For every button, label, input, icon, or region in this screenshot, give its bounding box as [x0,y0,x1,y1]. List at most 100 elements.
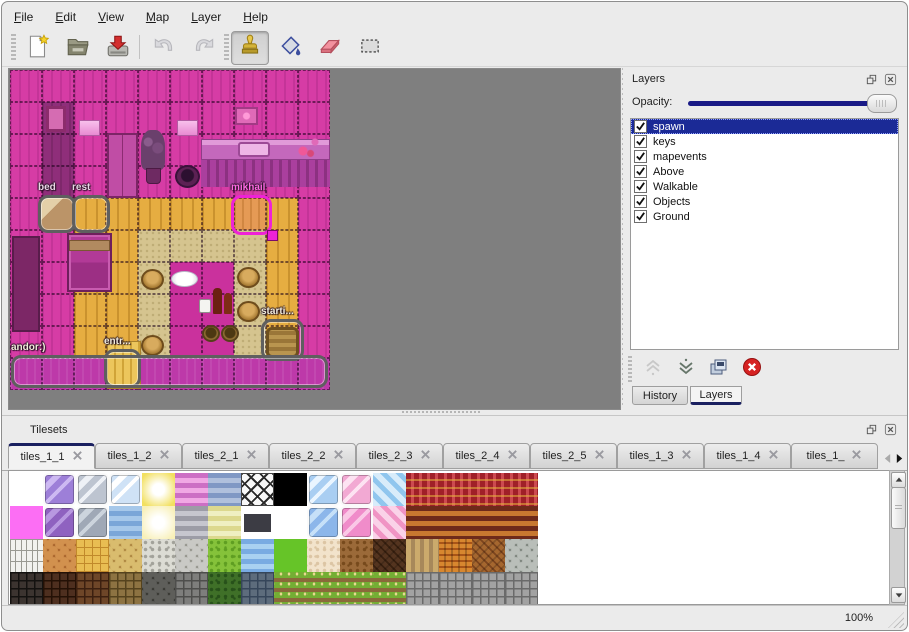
tab-history[interactable]: History [632,386,688,405]
tileset-tile[interactable] [406,506,439,539]
tileset-tab-tiles_2_2[interactable]: tiles_2_2 [269,443,356,469]
lower-layer-button[interactable] [671,355,700,383]
layer-visibility-checkbox[interactable] [634,195,647,208]
menu-map[interactable]: Map [140,8,175,26]
tab-scroll-left-icon[interactable] [882,448,893,468]
tileset-tile[interactable] [10,572,43,605]
tileset-tile[interactable] [439,473,472,506]
menu-file[interactable]: File [8,8,39,26]
tileset-tile[interactable] [10,506,43,539]
tileset-tab-tiles_1_3[interactable]: tiles_1_3 [617,443,704,469]
toolbar-handle[interactable] [224,34,229,61]
tileset-tile[interactable] [76,572,109,605]
map-object-rest[interactable] [72,195,110,233]
tileset-tile[interactable] [439,539,472,572]
opacity-slider-handle[interactable] [867,94,897,113]
tileset-tile[interactable] [142,539,175,572]
tileset-tile[interactable] [340,506,373,539]
tileset-tile[interactable] [43,572,76,605]
tab-close-icon[interactable] [594,449,605,463]
map-viewport[interactable]: bedrestmikhailstarti...entr...andor:) [8,68,621,410]
tab-close-icon[interactable] [851,449,862,463]
undo-button[interactable] [145,31,183,65]
tileset-tile[interactable] [505,506,538,539]
tileset-tile[interactable] [208,539,241,572]
float-icon[interactable] [864,72,879,87]
tileset-tile[interactable] [307,473,340,506]
tileset-tile[interactable] [373,506,406,539]
tileset-tile[interactable] [274,572,307,605]
layer-row-walkable[interactable]: Walkable [631,179,898,194]
tileset-tile[interactable] [340,539,373,572]
tileset-tile[interactable] [307,572,340,605]
layer-row-spawn[interactable]: spawn [631,119,898,134]
tileset-tile[interactable] [43,473,76,506]
tileset-tile[interactable] [175,473,208,506]
close-icon[interactable] [883,72,898,87]
layer-visibility-checkbox[interactable] [634,210,647,223]
tab-close-icon[interactable] [768,449,779,463]
tileset-grid[interactable] [8,470,890,605]
tab-close-icon[interactable] [246,449,257,463]
tab-close-icon[interactable] [681,449,692,463]
tileset-tile[interactable] [241,473,274,506]
map-object-andor[interactable] [11,355,328,388]
tileset-tab-tiles_2_3[interactable]: tiles_2_3 [356,443,443,469]
tileset-tile[interactable] [142,572,175,605]
tileset-tile[interactable] [505,572,538,605]
tileset-tile[interactable] [109,572,142,605]
raise-layer-button[interactable] [638,355,667,383]
layer-visibility-checkbox[interactable] [634,150,647,163]
horizontal-splitter[interactable] [2,408,907,415]
tileset-tile[interactable] [175,539,208,572]
tab-scroll-right-icon[interactable] [894,448,905,468]
tileset-tile[interactable] [241,539,274,572]
layer-row-above[interactable]: Above [631,164,898,179]
stamp-brush-button[interactable] [231,31,269,65]
layer-row-ground[interactable]: Ground [631,209,898,224]
object-resize-handle[interactable] [267,230,278,241]
layer-visibility-checkbox[interactable] [634,180,647,193]
menu-view[interactable]: View [92,8,130,26]
eraser-button[interactable] [311,31,349,65]
tileset-tile[interactable] [76,539,109,572]
tileset-tile[interactable] [76,506,109,539]
tileset-tile[interactable] [10,473,43,506]
menu-help[interactable]: Help [237,8,274,26]
layer-visibility-checkbox[interactable] [634,135,647,148]
tab-layers[interactable]: Layers [690,386,742,405]
bucket-fill-button[interactable] [271,31,309,65]
tileset-tile[interactable] [472,473,505,506]
tileset-tile[interactable] [175,572,208,605]
tileset-tile[interactable] [142,506,175,539]
tileset-tile[interactable] [241,506,274,539]
layer-row-mapevents[interactable]: mapevents [631,149,898,164]
tileset-tile[interactable] [439,572,472,605]
tileset-tile[interactable] [43,506,76,539]
tileset-tile[interactable] [274,473,307,506]
tileset-tab-tiles_2_4[interactable]: tiles_2_4 [443,443,530,469]
resize-grip-icon[interactable] [888,612,904,628]
tab-close-icon[interactable] [72,450,83,464]
tileset-tile[interactable] [208,473,241,506]
scrollbar-thumb[interactable] [891,487,906,529]
tileset-tile[interactable] [274,506,307,539]
tileset-tile[interactable] [109,539,142,572]
tileset-tile[interactable] [406,572,439,605]
tileset-tile[interactable] [109,506,142,539]
tileset-tile[interactable] [241,572,274,605]
tileset-tile[interactable] [43,539,76,572]
toolbar-handle[interactable] [628,356,632,382]
tileset-tile[interactable] [505,473,538,506]
layer-visibility-checkbox[interactable] [634,165,647,178]
tileset-tile[interactable] [340,572,373,605]
tileset-tab-tiles_1_1[interactable]: tiles_1_1 [8,443,95,469]
toolbar-handle[interactable] [11,34,16,61]
tileset-tab-tiles_1_[interactable]: tiles_1_ [791,443,878,469]
tileset-tile[interactable] [406,539,439,572]
tab-close-icon[interactable] [507,449,518,463]
tab-close-icon[interactable] [420,449,431,463]
layer-visibility-checkbox[interactable] [634,120,647,133]
tileset-tile[interactable] [208,572,241,605]
opacity-slider[interactable] [688,101,895,106]
